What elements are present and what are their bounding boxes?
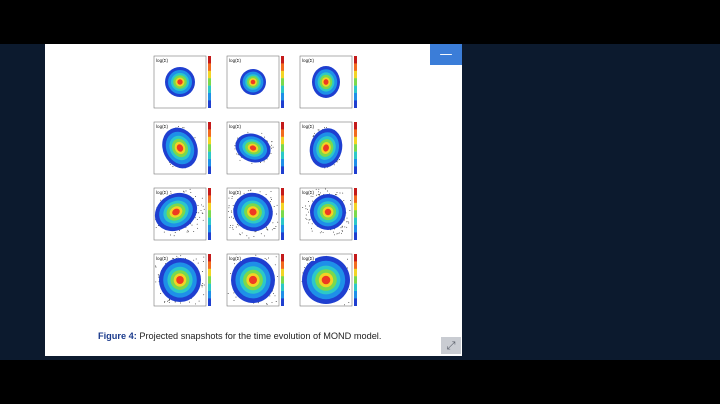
snapshot-panel: log(Σ)	[296, 252, 362, 310]
panel-label: log(Σ)	[229, 58, 241, 63]
panel-label: log(Σ)	[156, 256, 168, 261]
panel-label: log(Σ)	[156, 58, 168, 63]
minimize-button[interactable]: —	[430, 44, 462, 65]
panel-label: log(Σ)	[229, 190, 241, 195]
panel-label: log(Σ)	[302, 256, 314, 261]
snapshot-panel: log(Σ)	[223, 120, 289, 178]
expand-icon: ⤢	[446, 339, 456, 352]
snapshot-panel: log(Σ)	[150, 186, 216, 244]
panel-label: log(Σ)	[302, 124, 314, 129]
snapshot-panel: log(Σ)	[223, 252, 289, 310]
figure-caption: Figure 4: Projected snapshots for the ti…	[98, 331, 428, 341]
snapshot-panel: log(Σ)	[223, 54, 289, 112]
expand-button[interactable]: ⤢	[441, 337, 461, 354]
snapshot-panel: log(Σ)	[296, 186, 362, 244]
panel-label: log(Σ)	[229, 256, 241, 261]
snapshot-panel: log(Σ)	[150, 54, 216, 112]
figure-caption-label: Figure 4:	[98, 331, 137, 341]
panel-label: log(Σ)	[229, 124, 241, 129]
panel-label: log(Σ)	[302, 58, 314, 63]
panel-label: log(Σ)	[156, 190, 168, 195]
panel-label: log(Σ)	[156, 124, 168, 129]
snapshot-panel: log(Σ)	[223, 186, 289, 244]
minimize-icon: —	[439, 47, 453, 62]
snapshot-panel: log(Σ)	[296, 120, 362, 178]
presentation-slide: log(Σ) log(Σ) log(Σ) log(Σ) log(Σ) log(Σ) log(…	[45, 44, 462, 356]
snapshot-panel: log(Σ)	[150, 252, 216, 310]
snapshot-panel: log(Σ)	[296, 54, 362, 112]
figure-caption-text: Projected snapshots for the time evoluti…	[136, 331, 382, 341]
snapshot-panel: log(Σ)	[150, 120, 216, 178]
snapshot-figure: log(Σ) log(Σ) log(Σ) log(Σ) log(Σ) log(Σ) log(…	[140, 50, 420, 312]
panel-label: log(Σ)	[302, 190, 314, 195]
